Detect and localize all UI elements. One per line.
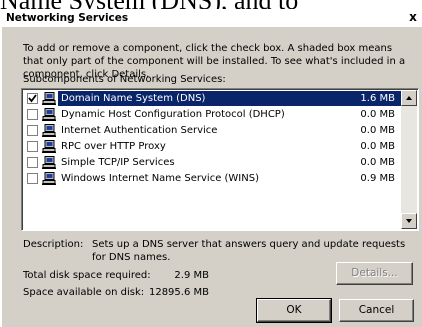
disk-available-label: Space available on disk: bbox=[23, 287, 145, 298]
component-label: RPC over HTTP Proxy bbox=[61, 141, 166, 152]
computer-network-icon bbox=[42, 124, 56, 137]
description-text: Sets up a DNS server that answers query … bbox=[92, 239, 406, 263]
ok-button[interactable]: OK bbox=[256, 298, 332, 323]
component-checkbox[interactable] bbox=[27, 125, 38, 136]
disk-available-value: 12895.6 MB bbox=[148, 287, 209, 298]
component-checkbox[interactable] bbox=[27, 109, 38, 120]
component-row[interactable]: RPC over HTTP Proxy 0.0 MB bbox=[24, 139, 401, 154]
component-size: 0.0 MB bbox=[360, 157, 395, 168]
component-size: 0.0 MB bbox=[360, 141, 395, 152]
component-size: 0.0 MB bbox=[360, 125, 395, 136]
component-row[interactable]: Simple TCP/IP Services 0.0 MB bbox=[24, 155, 401, 170]
subcomponents-label: Subcomponents of Networking Services: bbox=[23, 74, 226, 85]
computer-network-icon bbox=[42, 156, 56, 169]
computer-network-icon bbox=[42, 92, 56, 105]
checkmark-icon bbox=[28, 94, 37, 103]
component-label: Simple TCP/IP Services bbox=[61, 157, 175, 168]
cancel-button[interactable]: Cancel bbox=[339, 299, 414, 322]
description-label: Description: bbox=[23, 239, 84, 250]
component-row[interactable]: Internet Authentication Service 0.0 MB bbox=[24, 123, 401, 138]
computer-network-icon bbox=[42, 108, 56, 121]
close-icon[interactable]: x bbox=[406, 10, 420, 25]
component-checkbox[interactable] bbox=[27, 93, 38, 104]
component-size: 0.0 MB bbox=[360, 109, 395, 120]
dialog-title: Networking Services bbox=[6, 12, 129, 24]
component-label: Internet Authentication Service bbox=[61, 125, 218, 136]
component-checkbox[interactable] bbox=[27, 141, 38, 152]
components-list[interactable]: Domain Name System (DNS) 1.6 MB Dynamic Ho… bbox=[21, 88, 419, 231]
computer-network-icon bbox=[42, 172, 56, 185]
component-label: Windows Internet Name Service (WINS) bbox=[61, 173, 259, 184]
disk-required-value: 2.9 MB bbox=[174, 270, 209, 281]
component-row[interactable]: Domain Name System (DNS) 1.6 MB bbox=[24, 91, 401, 106]
details-button[interactable]: Details... bbox=[336, 262, 413, 285]
computer-network-icon bbox=[42, 140, 56, 153]
component-size: 0.9 MB bbox=[360, 173, 395, 184]
component-checkbox[interactable] bbox=[27, 157, 38, 168]
vertical-scrollbar[interactable] bbox=[401, 90, 417, 229]
component-label: Dynamic Host Configuration Protocol (DHC… bbox=[61, 109, 285, 120]
networking-services-dialog: Networking Services x To add or remove a… bbox=[1, 9, 422, 327]
component-label: Domain Name System (DNS) bbox=[61, 93, 206, 104]
component-row[interactable]: Windows Internet Name Service (WINS) 0.9 … bbox=[24, 171, 401, 186]
scroll-up-arrow-icon[interactable] bbox=[401, 90, 417, 106]
component-size: 1.6 MB bbox=[360, 93, 395, 104]
disk-required-label: Total disk space required: bbox=[23, 270, 151, 281]
scroll-down-arrow-icon[interactable] bbox=[401, 213, 417, 229]
component-row[interactable]: Dynamic Host Configuration Protocol (DHC… bbox=[24, 107, 401, 122]
component-checkbox[interactable] bbox=[27, 173, 38, 184]
title-bar: Networking Services x bbox=[2, 10, 422, 27]
